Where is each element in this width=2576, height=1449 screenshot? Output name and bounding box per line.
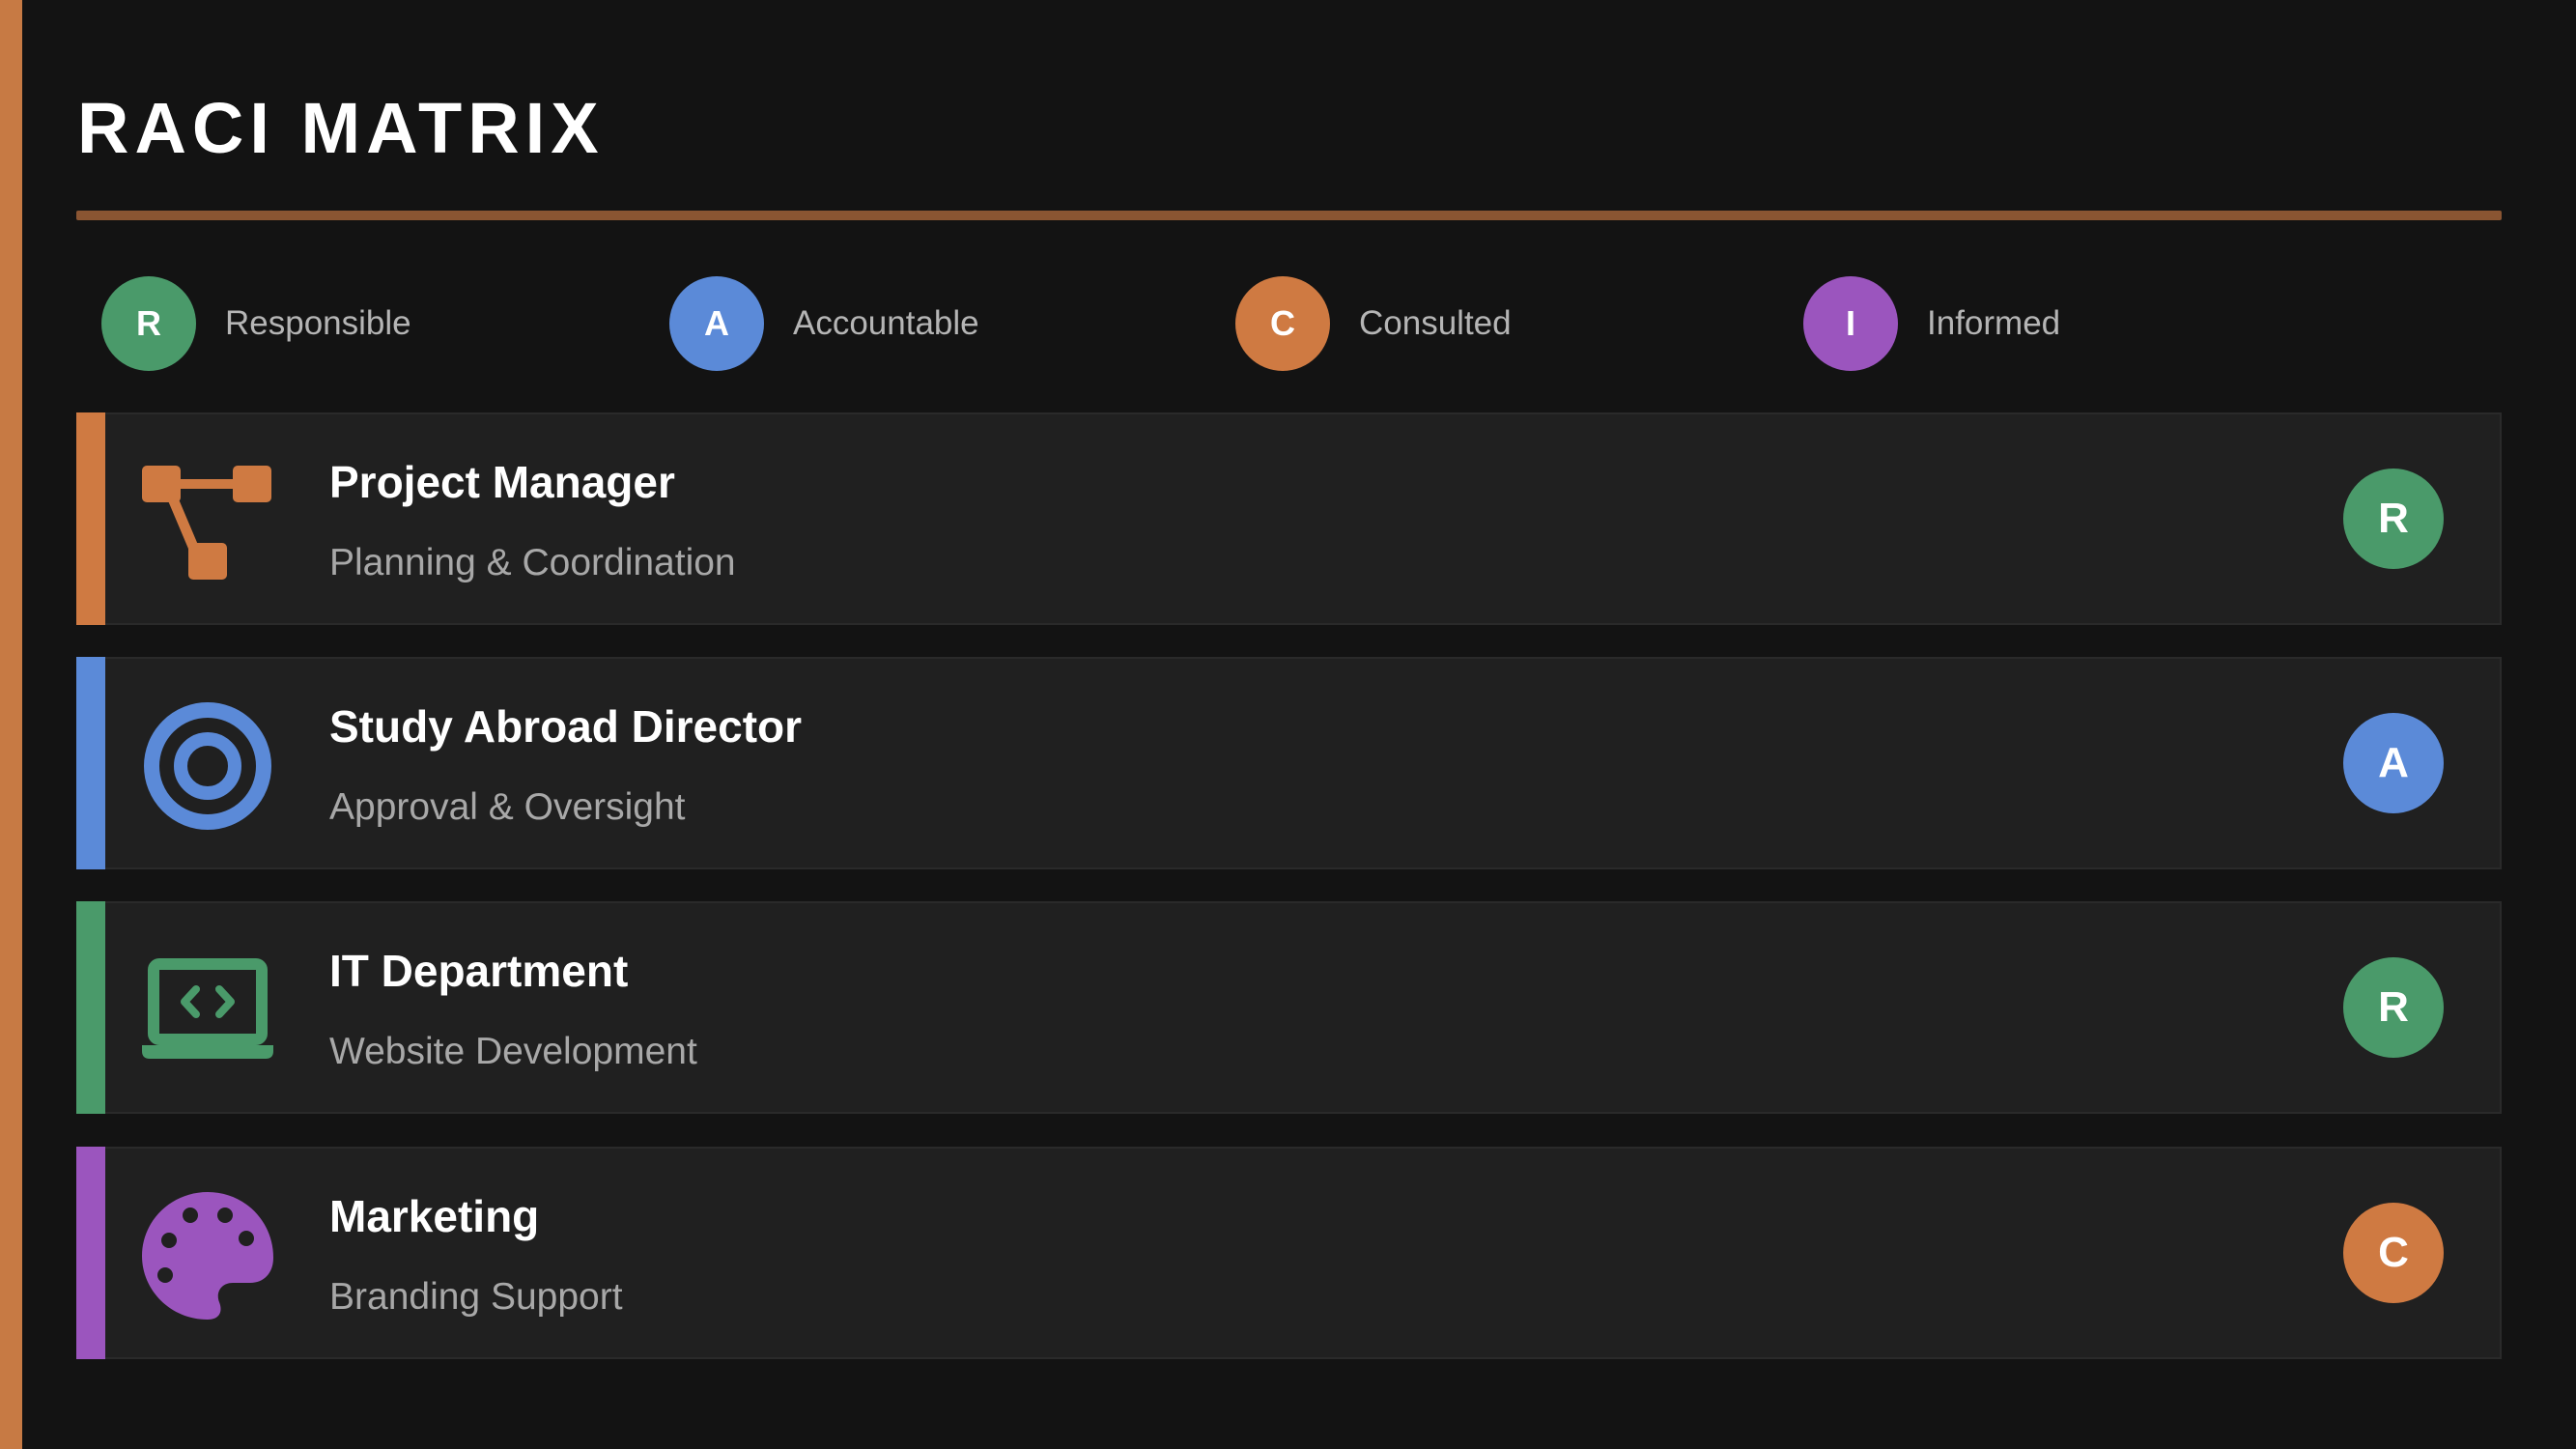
role-subtitle: Approval & Oversight — [329, 786, 686, 828]
role-row-marketing: Marketing Branding Support C — [76, 1147, 2502, 1359]
role-row-study-abroad-director: Study Abroad Director Approval & Oversig… — [76, 657, 2502, 869]
legend: R Responsible A Accountable C Consulted … — [101, 276, 2323, 373]
legend-item-informed: I Informed — [1803, 276, 2060, 371]
role-row-project-manager: Project Manager Planning & Coordination … — [76, 412, 2502, 625]
legend-item-accountable: A Accountable — [669, 276, 979, 371]
role-title: Project Manager — [329, 457, 675, 507]
row-accent-bar — [76, 412, 105, 625]
legend-label: Consulted — [1359, 304, 1512, 342]
legend-label: Accountable — [793, 304, 979, 342]
target-icon — [142, 700, 273, 832]
role-subtitle: Branding Support — [329, 1276, 623, 1318]
role-title: Study Abroad Director — [329, 701, 803, 752]
legend-badge-a: A — [669, 276, 764, 371]
hierarchy-icon — [142, 456, 273, 587]
legend-item-consulted: C Consulted — [1235, 276, 1512, 371]
raci-badge: C — [2343, 1203, 2444, 1303]
legend-badge-c: C — [1235, 276, 1330, 371]
raci-badge: R — [2343, 469, 2444, 569]
legend-label: Informed — [1927, 304, 2061, 342]
raci-badge: A — [2343, 713, 2444, 813]
side-accent-bar — [0, 0, 22, 1449]
page-title: RACI MATRIX — [77, 88, 605, 168]
palette-icon — [142, 1190, 273, 1321]
role-row-it-department: IT Department Website Development R — [76, 901, 2502, 1114]
legend-badge-i: I — [1803, 276, 1898, 371]
role-title: IT Department — [329, 946, 629, 996]
row-accent-bar — [76, 657, 105, 869]
legend-label: Responsible — [225, 304, 411, 342]
role-subtitle: Planning & Coordination — [329, 542, 736, 583]
slide: RACI MATRIX R Responsible A Accountable … — [0, 0, 2576, 1449]
raci-badge: R — [2343, 957, 2444, 1058]
role-title: Marketing — [329, 1191, 540, 1241]
legend-item-responsible: R Responsible — [101, 276, 411, 371]
laptop-code-icon — [142, 945, 273, 1076]
row-accent-bar — [76, 901, 105, 1114]
title-divider — [76, 211, 2502, 220]
role-subtitle: Website Development — [329, 1031, 697, 1072]
row-accent-bar — [76, 1147, 105, 1359]
legend-badge-r: R — [101, 276, 196, 371]
